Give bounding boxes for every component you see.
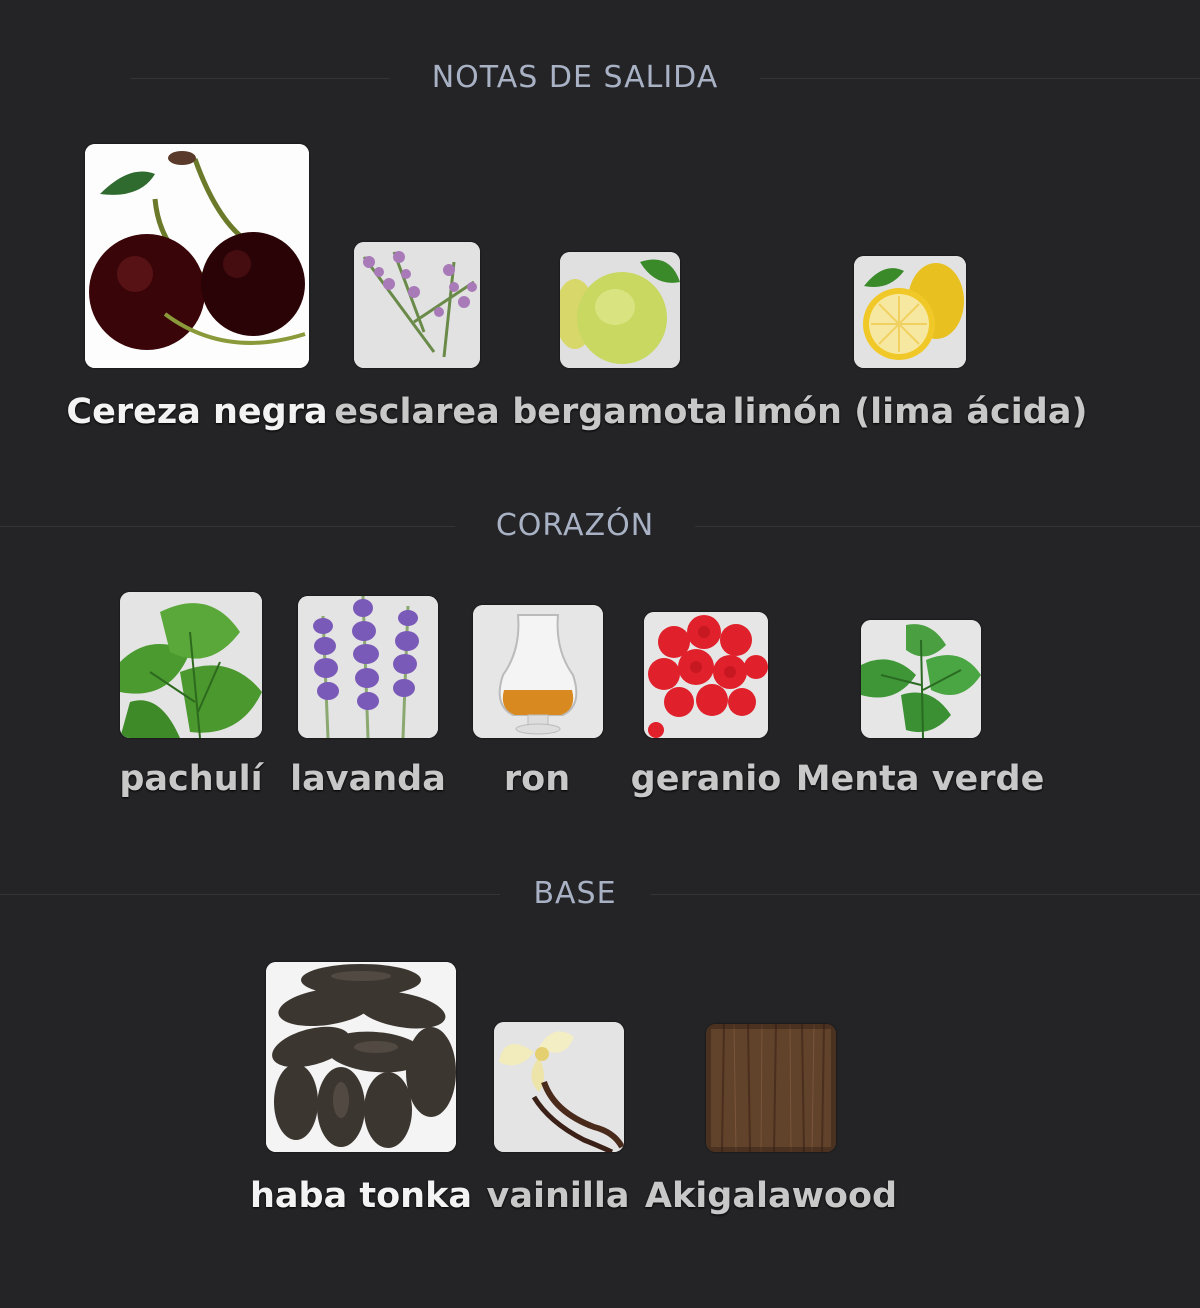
note-label: pachulí xyxy=(119,759,263,799)
lavender-icon xyxy=(298,596,438,738)
divider xyxy=(695,526,1200,527)
tonka-bean-icon xyxy=(266,962,456,1152)
note-label: ron xyxy=(503,759,571,799)
note-label: esclarea xyxy=(334,392,500,432)
divider xyxy=(130,78,390,79)
rum-glass-icon xyxy=(473,605,603,738)
note-label: lavanda xyxy=(290,759,446,799)
section-title: BASE xyxy=(505,864,645,924)
clary-sage-icon xyxy=(354,242,480,368)
vanilla-icon xyxy=(494,1022,624,1152)
note-label: geranio xyxy=(630,759,782,799)
divider xyxy=(0,894,500,895)
section-header-base: BASE xyxy=(0,864,1200,924)
notes-pyramid: NOTAS DE SALIDA Cereza negra esclarea be… xyxy=(0,0,1200,1308)
note-label: vainilla xyxy=(486,1176,630,1216)
section-header-heart: CORAZÓN xyxy=(0,496,1200,556)
bergamot-icon xyxy=(560,252,680,368)
section-header-top: NOTAS DE SALIDA xyxy=(0,48,1200,108)
divider xyxy=(0,526,455,527)
note-label: Menta verde xyxy=(795,759,1045,799)
divider xyxy=(650,894,1200,895)
note-label: haba tonka xyxy=(250,1176,472,1216)
spearmint-icon xyxy=(861,620,981,738)
patchouli-leaf-icon xyxy=(120,592,262,738)
wood-icon xyxy=(706,1024,836,1152)
geranium-icon xyxy=(644,612,768,738)
lemon-icon xyxy=(854,256,966,368)
section-title: CORAZÓN xyxy=(460,496,690,556)
note-label: bergamota xyxy=(512,392,728,432)
section-title: NOTAS DE SALIDA xyxy=(395,48,755,108)
note-label: Akigalawood xyxy=(644,1176,898,1216)
note-label: limón (lima ácida) xyxy=(732,392,1088,432)
black-cherry-icon xyxy=(85,144,309,368)
divider xyxy=(760,78,1200,79)
note-label: Cereza negra xyxy=(66,392,328,432)
